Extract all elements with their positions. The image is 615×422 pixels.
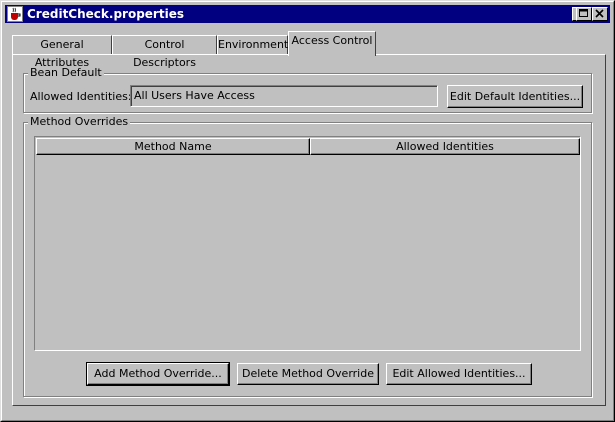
tab-control-descriptors[interactable]: Control Descriptors [112,35,217,69]
column-header-allowed-identities[interactable]: Allowed Identities [310,138,580,155]
method-overrides-label: Method Overrides [28,115,131,129]
edit-allowed-identities-button[interactable]: Edit Allowed Identities... [386,363,532,385]
tab-general-attributes[interactable]: General Attributes [12,35,112,69]
close-icon [595,9,604,18]
maximize-button[interactable] [576,7,592,21]
access-control-panel: Bean Default Allowed Identities: All Use… [12,54,606,406]
edit-default-identities-button[interactable]: Edit Default Identities... [447,85,583,108]
add-method-override-button[interactable]: Add Method Override... [86,362,230,386]
properties-window: CreditCheck.properties General Attribute… [0,0,615,422]
maximize-icon [579,9,588,17]
bean-default-label: Bean Default [28,66,104,80]
allowed-identities-label: Allowed Identities: [30,90,132,103]
tab-label: Environment [218,38,289,51]
coffee-cup-icon[interactable] [7,6,23,22]
tab-environment[interactable]: Environment [217,35,288,55]
column-header-method-name[interactable]: Method Name [36,138,310,155]
method-overrides-group: Method Overrides Method Name Allowed Ide… [23,115,592,397]
tab-access-control[interactable]: Access Control [288,31,376,56]
tab-strip: General Attributes Control Descriptors E… [12,31,607,69]
title-bar[interactable]: CreditCheck.properties [5,5,610,23]
bean-default-group: Bean Default Allowed Identities: All Use… [23,66,592,113]
method-overrides-table[interactable]: Method Name Allowed Identities [34,136,581,351]
tab-label: Access Control [291,34,373,47]
close-button[interactable] [592,7,608,21]
delete-method-override-button[interactable]: Delete Method Override [237,363,379,385]
allowed-identities-field[interactable]: All Users Have Access [130,85,438,107]
window-title: CreditCheck.properties [27,7,184,21]
allowed-identities-value: All Users Have Access [134,89,255,102]
